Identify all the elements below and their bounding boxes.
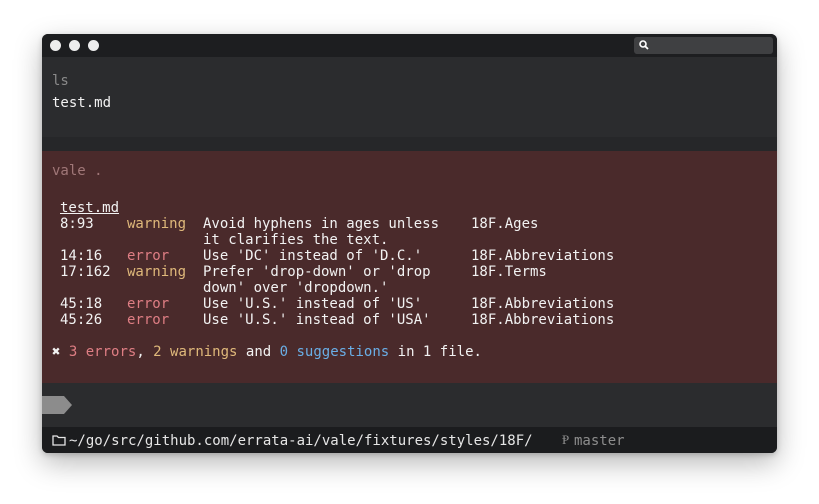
- maximize-window-button[interactable]: [88, 40, 99, 51]
- vale-command-block: vale . test.md 8:93 warning Avoid hyphen…: [42, 151, 777, 383]
- git-branch-icon: Ᵽ: [562, 433, 570, 448]
- alert-rule: 18F.Abbreviations: [471, 248, 615, 264]
- current-path: ~/go/src/github.com/errata-ai/vale/fixtu…: [69, 433, 533, 449]
- summary-warnings: 2 warnings: [153, 344, 238, 360]
- prompt-arrow-icon: [42, 396, 72, 414]
- git-branch: master: [574, 433, 625, 449]
- alert-message: Use 'U.S.' instead of 'USA': [203, 312, 431, 328]
- alert-position: 8:93: [60, 216, 94, 232]
- command-text: ls: [52, 73, 69, 89]
- alert-position: 45:18: [60, 296, 103, 312]
- summary-errors: 3 errors: [68, 344, 137, 360]
- alert-level: error: [127, 312, 170, 328]
- alert-position: 45:26: [60, 312, 103, 328]
- alert-level: warning: [127, 264, 187, 280]
- alert-rule: 18F.Terms: [471, 264, 547, 280]
- alert-position: 17:162: [60, 264, 111, 280]
- title-bar: [42, 34, 777, 57]
- alert-message: Prefer 'drop-down' or 'drop: [203, 264, 431, 280]
- command-text: vale .: [52, 163, 103, 179]
- cross-icon: ✖: [52, 344, 61, 360]
- search-input[interactable]: [634, 37, 773, 54]
- terminal-window: ls test.md vale . test.md 8:93 warning A…: [42, 34, 777, 453]
- prompt-block[interactable]: [42, 383, 777, 427]
- summary-separator: ,: [136, 344, 154, 360]
- alert-message: it clarifies the text.: [203, 232, 389, 248]
- summary-suggestions: suggestions: [288, 344, 390, 360]
- status-bar: ~/go/src/github.com/errata-ai/vale/fixtu…: [42, 427, 777, 453]
- alert-message: Avoid hyphens in ages unless: [203, 216, 440, 232]
- search-icon: [639, 40, 649, 50]
- ls-command-block: ls test.md: [42, 57, 777, 148]
- alert-message: Use 'DC' instead of 'D.C.': [203, 248, 423, 264]
- alert-position: 14:16: [60, 248, 103, 264]
- close-window-button[interactable]: [50, 40, 61, 51]
- alert-message: Use 'U.S.' instead of 'US': [203, 296, 423, 312]
- command-output: test.md: [52, 95, 112, 111]
- summary-separator: and: [237, 344, 280, 360]
- alert-rule: 18F.Abbreviations: [471, 296, 615, 312]
- minimize-window-button[interactable]: [69, 40, 80, 51]
- summary-suggestions-count: 0: [279, 344, 289, 360]
- alert-rule: 18F.Abbreviations: [471, 312, 615, 328]
- folder-icon: [52, 435, 66, 446]
- summary-line: ✖ 3 errors, 2 warnings and 0 suggestions…: [52, 344, 482, 360]
- alert-level: error: [127, 248, 170, 264]
- file-name: test.md: [60, 200, 120, 216]
- alert-level: error: [127, 296, 170, 312]
- alert-level: warning: [127, 216, 187, 232]
- alert-message: down' over 'dropdown.': [203, 280, 389, 296]
- alert-rule: 18F.Ages: [471, 216, 539, 232]
- block-separator: [42, 137, 777, 151]
- summary-tail: in 1 file.: [389, 344, 482, 360]
